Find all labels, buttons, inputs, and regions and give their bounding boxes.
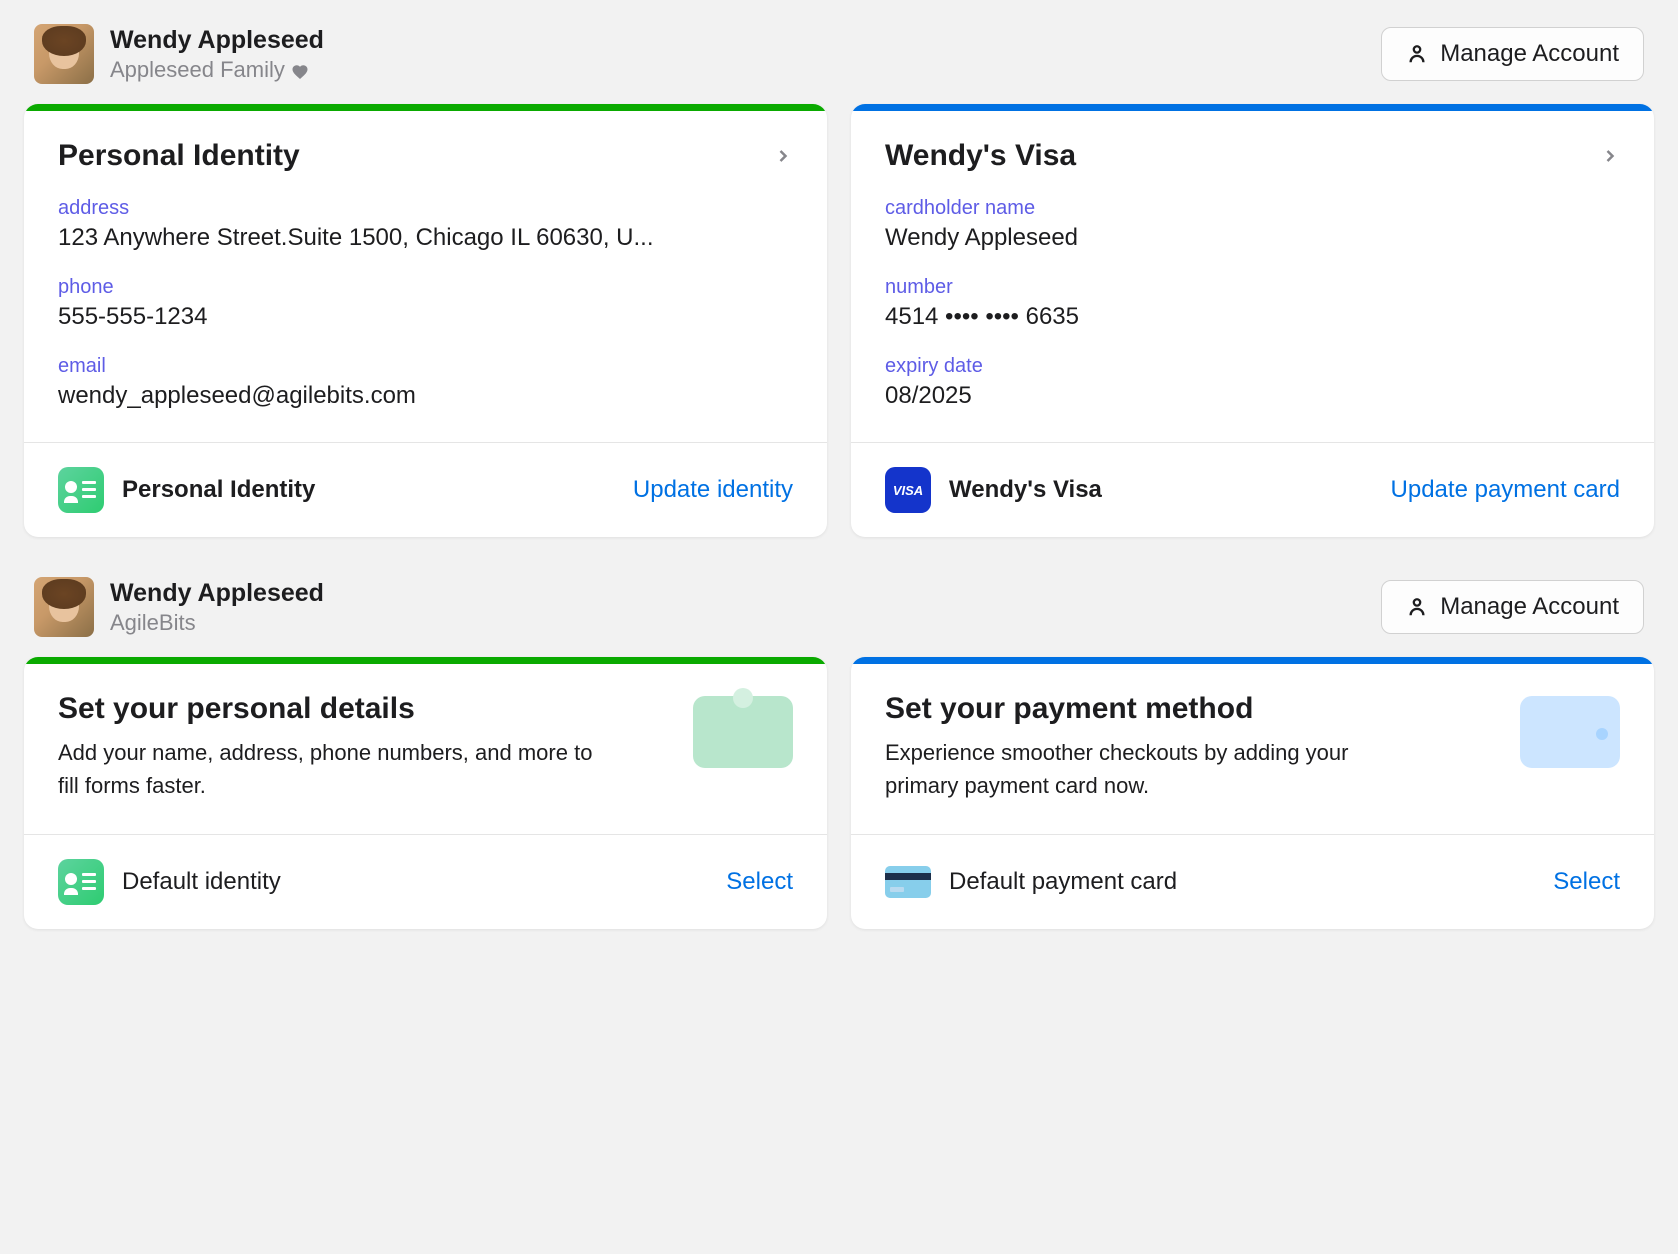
identity-setup-card: Set your personal details Add your name,… (24, 657, 827, 929)
identity-card-icon (58, 859, 104, 905)
select-payment-link[interactable]: Select (1553, 868, 1620, 896)
field-cardholder: cardholder name Wendy Appleseed (885, 197, 1620, 252)
credit-card-icon (885, 859, 931, 905)
account-info: Wendy Appleseed Appleseed Family (34, 24, 324, 84)
manage-account-button[interactable]: Manage Account (1381, 27, 1644, 81)
field-address: address 123 Anywhere Street.Suite 1500, … (58, 197, 793, 252)
footer-left: Personal Identity (58, 467, 315, 513)
account-family: Appleseed Family (110, 57, 324, 83)
account-name: Wendy Appleseed (110, 579, 324, 608)
cards-row: Set your personal details Add your name,… (24, 657, 1654, 929)
cards-row: Personal Identity address 123 Anywhere S… (24, 104, 1654, 537)
account-family-text: AgileBits (110, 610, 196, 636)
field-label: phone (58, 276, 793, 299)
footer-left: VISA Wendy's Visa (885, 467, 1102, 513)
footer-label: Personal Identity (122, 476, 315, 504)
wallet-illustration-icon (1520, 696, 1620, 768)
card-subtitle: Experience smoother checkouts by adding … (885, 736, 1425, 802)
footer-label: Default identity (122, 868, 281, 896)
select-identity-link[interactable]: Select (726, 868, 793, 896)
visa-icon: VISA (885, 467, 931, 513)
card-title: Personal Identity (58, 139, 300, 173)
card-title: Set your payment method (885, 692, 1620, 726)
manage-account-label: Manage Account (1440, 40, 1619, 68)
field-value: 123 Anywhere Street.Suite 1500, Chicago … (58, 224, 793, 252)
footer-label: Default payment card (949, 868, 1177, 896)
card-subtitle: Add your name, address, phone numbers, a… (58, 736, 598, 802)
account-info: Wendy Appleseed AgileBits (34, 577, 324, 637)
identity-card: Personal Identity address 123 Anywhere S… (24, 104, 827, 537)
card-accent (24, 104, 827, 111)
card-accent (851, 104, 1654, 111)
identity-card-icon (58, 467, 104, 513)
field-value: wendy_appleseed@agilebits.com (58, 382, 793, 410)
card-accent (24, 657, 827, 664)
field-label: cardholder name (885, 197, 1620, 220)
field-email: email wendy_appleseed@agilebits.com (58, 355, 793, 410)
field-label: address (58, 197, 793, 220)
card-footer: Personal Identity Update identity (24, 442, 827, 537)
payment-card: Wendy's Visa cardholder name Wendy Apple… (851, 104, 1654, 537)
card-title-row[interactable]: Personal Identity (58, 139, 793, 173)
account-section-2: Wendy Appleseed AgileBits Manage Account… (24, 577, 1654, 929)
avatar (34, 24, 94, 84)
field-label: expiry date (885, 355, 1620, 378)
account-family-text: Appleseed Family (110, 57, 285, 83)
manage-account-label: Manage Account (1440, 593, 1619, 621)
chevron-right-icon (773, 146, 793, 166)
card-title: Set your personal details (58, 692, 793, 726)
account-header: Wendy Appleseed Appleseed Family Manage … (24, 24, 1654, 84)
card-footer: Default payment card Select (851, 834, 1654, 929)
card-body: Set your payment method Experience smoot… (851, 664, 1654, 834)
manage-account-button[interactable]: Manage Account (1381, 580, 1644, 634)
field-value: 4514 •••• •••• 6635 (885, 303, 1620, 331)
footer-left: Default identity (58, 859, 281, 905)
footer-label: Wendy's Visa (949, 476, 1102, 504)
card-body: Set your personal details Add your name,… (24, 664, 827, 834)
account-family: AgileBits (110, 610, 324, 636)
card-title: Wendy's Visa (885, 139, 1076, 173)
card-body: Personal Identity address 123 Anywhere S… (24, 111, 827, 442)
update-identity-link[interactable]: Update identity (633, 476, 793, 504)
account-header: Wendy Appleseed AgileBits Manage Account (24, 577, 1654, 637)
card-accent (851, 657, 1654, 664)
footer-left: Default payment card (885, 859, 1177, 905)
wallet-illustration-icon (693, 696, 793, 768)
field-label: number (885, 276, 1620, 299)
field-value: 555-555-1234 (58, 303, 793, 331)
heart-icon (291, 61, 309, 79)
field-value: Wendy Appleseed (885, 224, 1620, 252)
account-section-1: Wendy Appleseed Appleseed Family Manage … (24, 24, 1654, 537)
person-icon (1406, 596, 1428, 618)
field-value: 08/2025 (885, 382, 1620, 410)
payment-setup-card: Set your payment method Experience smoot… (851, 657, 1654, 929)
card-body: Wendy's Visa cardholder name Wendy Apple… (851, 111, 1654, 442)
account-name: Wendy Appleseed (110, 26, 324, 55)
field-number: number 4514 •••• •••• 6635 (885, 276, 1620, 331)
avatar (34, 577, 94, 637)
field-label: email (58, 355, 793, 378)
field-phone: phone 555-555-1234 (58, 276, 793, 331)
chevron-right-icon (1600, 146, 1620, 166)
field-expiry: expiry date 08/2025 (885, 355, 1620, 410)
person-icon (1406, 43, 1428, 65)
card-footer: VISA Wendy's Visa Update payment card (851, 442, 1654, 537)
card-footer: Default identity Select (24, 834, 827, 929)
card-title-row[interactable]: Wendy's Visa (885, 139, 1620, 173)
update-payment-link[interactable]: Update payment card (1391, 476, 1620, 504)
